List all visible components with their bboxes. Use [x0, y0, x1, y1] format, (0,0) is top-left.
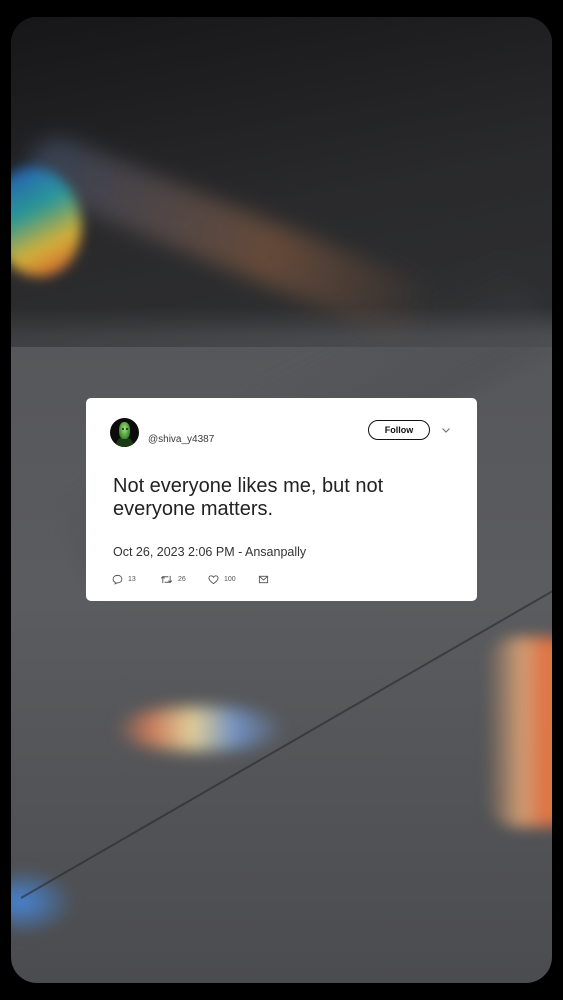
retweet-action[interactable]: 26 — [160, 574, 186, 585]
retweet-icon — [160, 575, 173, 584]
like-action[interactable]: 100 — [208, 574, 236, 585]
rainbow-light-bottom-left — [11, 867, 76, 937]
avatar-eye-right — [126, 428, 128, 430]
envelope-icon — [258, 575, 269, 584]
tweet-text: Not everyone likes me, but not everyone … — [113, 475, 384, 520]
heart-icon — [208, 575, 219, 585]
tweet-card: @shiva_y4387 Follow Not everyone likes m… — [86, 398, 477, 601]
user-handle[interactable]: @shiva_y4387 — [148, 434, 214, 445]
rainbow-light-center — [116, 707, 286, 751]
floor-line — [20, 557, 552, 899]
follow-button[interactable]: Follow — [368, 420, 430, 440]
reply-icon — [112, 574, 123, 585]
retweet-count: 26 — [178, 576, 186, 583]
reply-action[interactable]: 13 — [112, 574, 136, 585]
reply-count: 13 — [128, 576, 136, 583]
chevron-down-icon[interactable] — [441, 425, 451, 435]
rainbow-light-right — [486, 637, 552, 827]
tweet-timestamp-location: Oct 26, 2023 2:06 PM - Ansanpally — [113, 545, 307, 559]
avatar-eye-left — [122, 428, 124, 430]
share-action[interactable] — [258, 574, 269, 585]
like-count: 100 — [224, 576, 236, 583]
avatar[interactable] — [110, 418, 139, 447]
avatar-face — [119, 422, 130, 439]
tweet-actions: 13 26 100 — [112, 574, 412, 586]
